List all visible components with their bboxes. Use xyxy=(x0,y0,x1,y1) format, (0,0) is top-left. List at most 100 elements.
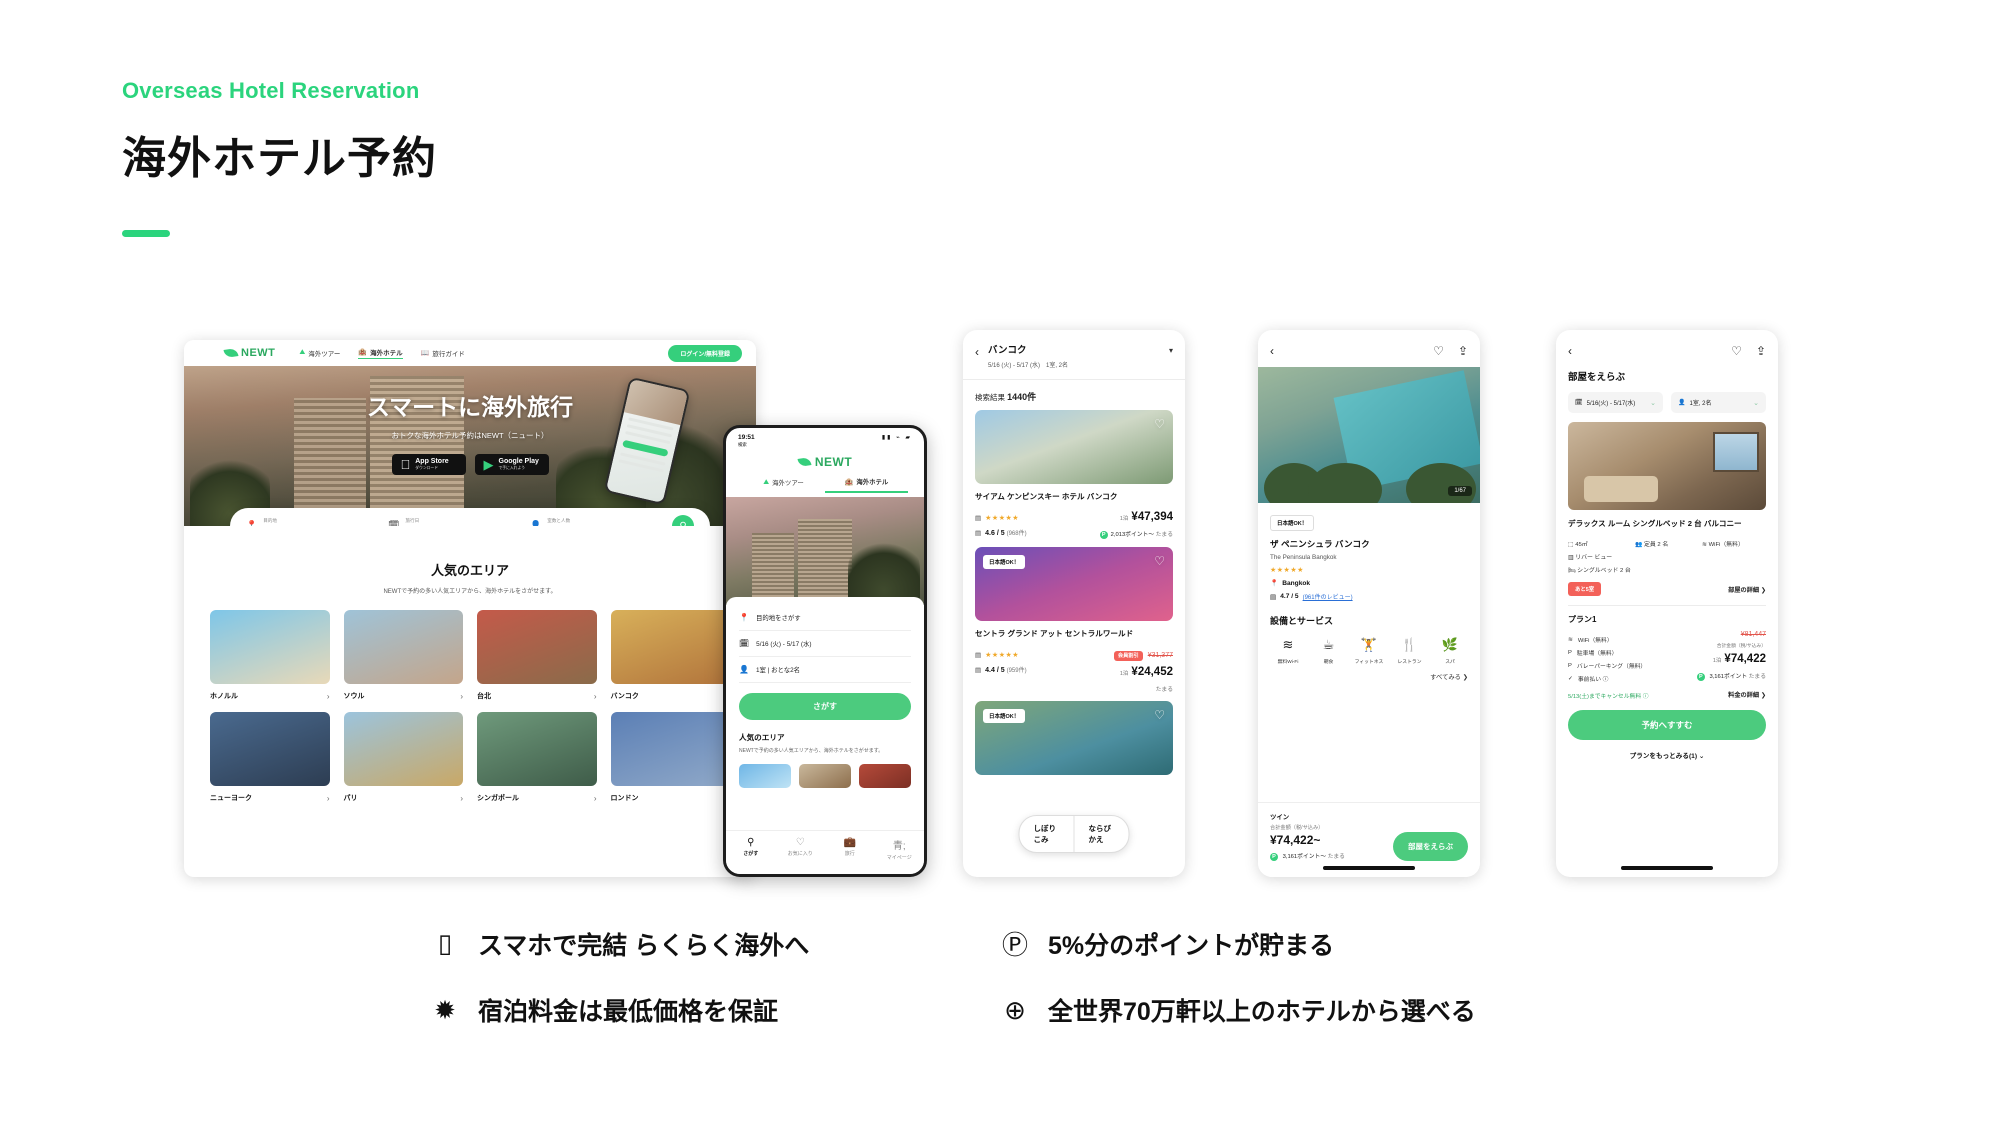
search-submit-button[interactable]: ⚲ xyxy=(672,515,694,526)
desktop-search-bar[interactable]: 📍 目的地 目的地をさがす 🗓 旅行日 5/26 (金) - 5/27 (土) xyxy=(230,508,710,526)
area-thumb[interactable] xyxy=(799,763,851,788)
chevron-left-icon[interactable]: ‹ xyxy=(1568,344,1572,358)
page-eyebrow: Overseas Hotel Reservation xyxy=(122,78,420,103)
bottom-nav-label: マイページ xyxy=(886,855,912,861)
favorite-icon[interactable]: ♡ xyxy=(1154,554,1165,568)
form-date-value: 5/16 (火) - 5/17 (水) xyxy=(756,641,812,648)
app-bottom-nav: ⚲ さがす ♡ お気に入り 💼 旅行 青; マイページ xyxy=(726,830,924,874)
hotel-name-en: The Peninsula Bangkok xyxy=(1270,554,1337,561)
area-card[interactable]: シンガポール › xyxy=(477,712,597,803)
search-date-field[interactable]: 🗓 旅行日 5/26 (金) - 5/27 (土) xyxy=(388,518,530,527)
see-all-amenities-link[interactable]: すべてみる ❯ xyxy=(1270,672,1468,681)
area-card[interactable]: ソウル › xyxy=(343,610,463,701)
chevron-left-icon[interactable]: ‹ xyxy=(1270,344,1274,358)
room-photo[interactable] xyxy=(1568,422,1766,510)
nav-item-hotel[interactable]: 🏨 海外ホテル xyxy=(358,347,403,359)
nav-item-guide[interactable]: 📖 旅行ガイド xyxy=(421,347,465,359)
area-thumb[interactable] xyxy=(739,763,791,788)
hotel-card[interactable]: 日本語OK！ ♡ セントラ グランド アット セントラルワールド ▤ ★★★★★ … xyxy=(963,547,1185,701)
area-card[interactable]: バンコク› xyxy=(610,610,730,701)
appstore-button[interactable]:  App Store ダウンロード xyxy=(391,454,466,475)
date-selector-value: 5/16(火) - 5/17(水) xyxy=(1586,401,1636,407)
feature-text: 5%分のポイントが貯まる xyxy=(1048,931,1335,960)
status-time: 19:51 xyxy=(738,434,755,441)
tab-overseas-hotel[interactable]: 🏨 海外ホテル xyxy=(825,477,908,493)
hotel-icon: 🏨 xyxy=(358,349,368,356)
filter-button[interactable]: しぼりこみ xyxy=(1020,816,1075,852)
guest-selector-value: 1室, 2名 xyxy=(1689,401,1712,407)
tour-icon: ⛰ xyxy=(299,349,306,356)
date-selector[interactable]: 🗓 5/16(火) - 5/17(水) ⌄ xyxy=(1568,392,1663,413)
hotel-points-suffix: たまる xyxy=(1155,687,1173,693)
heart-icon[interactable]: ♡ xyxy=(1731,344,1742,358)
guest-selector[interactable]: 👤 1室, 2名 ⌄ xyxy=(1671,392,1766,413)
favorite-icon[interactable]: ♡ xyxy=(1154,417,1165,431)
search-guest-field[interactable]: 👤 室数と人数 1室 | おとな 2名 xyxy=(530,518,672,527)
review-link[interactable]: (961件のレビュー) xyxy=(1303,592,1353,601)
newt-logo[interactable]: NEWT xyxy=(223,347,275,359)
proceed-booking-button[interactable]: 予約へすすむ xyxy=(1568,710,1766,740)
favorite-icon[interactable]: ♡ xyxy=(1154,708,1165,722)
bottom-nav-trips[interactable]: 💼 旅行 xyxy=(825,837,875,861)
chevron-down-icon[interactable]: ▾ xyxy=(1169,346,1173,355)
room-spec-bed: シングルベッド 2 台 xyxy=(1577,568,1631,574)
bottom-nav-search[interactable]: ⚲ さがす xyxy=(726,837,776,861)
bottom-nav-favorites[interactable]: ♡ お気に入り xyxy=(776,837,826,861)
amenity-label: レストラン xyxy=(1397,660,1422,665)
availability-badge: あと5室 xyxy=(1568,582,1602,596)
app-search-button[interactable]: さがす xyxy=(739,693,911,720)
area-card[interactable]: 台北 › xyxy=(477,610,597,701)
area-card[interactable]: ホノルル › xyxy=(210,610,330,701)
feature-list: ▯ スマホで完結 らくらく海外へ Ⓟ 5%分のポイントが貯まる ✹ 宿泊料金は最低価格を保… xyxy=(430,925,1570,1028)
area-thumbnail xyxy=(210,712,330,786)
form-guest-row[interactable]: 👤 1室 | おとな2名 xyxy=(739,657,911,683)
login-button[interactable]: ログイン/無料登録 xyxy=(668,344,742,362)
chevron-left-icon[interactable]: ‹ xyxy=(975,345,979,359)
play-icon: ▶ xyxy=(483,457,494,472)
hotel-card[interactable]: ♡ サイアム ケンピンスキー ホテル バンコク ▤ ★★★★★ ▤ 4.6 / 5 … xyxy=(963,410,1185,547)
tab-overseas-tour[interactable]: ⛰ 海外ツアー xyxy=(742,477,825,493)
room-specs: ⬚ 45㎡ 👥 定員 2 名 ≋ WiFi（無料） ▥ リバー ビュー 🛏 シン… xyxy=(1556,529,1778,574)
choose-room-button[interactable]: 部屋をえらぶ xyxy=(1393,832,1468,861)
plan-feature-label: 事前払い ⓘ xyxy=(1577,677,1609,683)
area-card[interactable]: パリ › xyxy=(343,712,463,803)
member-discount-badge: 会員割引 xyxy=(1113,651,1143,661)
heart-icon[interactable]: ♡ xyxy=(1433,344,1444,358)
appstore-label: App Store xyxy=(405,458,448,466)
area-card[interactable]: ニューヨーク › xyxy=(210,712,330,803)
check-icon: ✓ xyxy=(1568,675,1573,682)
room-detail-link[interactable]: 部屋の詳細 ❯ xyxy=(1728,585,1766,594)
hotel-name: サイアム ケンピンスキー ホテル バンコク xyxy=(975,492,1118,501)
hotel-photo[interactable]: 1/67 xyxy=(1258,367,1480,503)
fee-detail-link[interactable]: 料金の詳細 ❯ xyxy=(1716,684,1778,699)
form-destination-row[interactable]: 📍 目的地をさがす xyxy=(739,605,911,631)
status-carrier: 検索 xyxy=(738,442,747,447)
hero-building xyxy=(752,533,794,605)
sort-button[interactable]: ならびかえ xyxy=(1075,816,1129,852)
form-date-row[interactable]: 🗓 5/16 (火) - 5/17 (水) xyxy=(739,631,911,657)
amenities-list: ≋ 無料Wi-Fi ☕ 朝食 🏋 フィットネス 🍴 レストラン 🌿 スパ xyxy=(1270,637,1468,665)
restaurant-icon: 🍴 xyxy=(1401,637,1418,652)
app-logo[interactable]: NEWT xyxy=(726,455,924,469)
point-icon: P xyxy=(1099,531,1108,539)
page-title: 海外ホテル予約 xyxy=(122,134,437,183)
amenity-item: ☕ 朝食 xyxy=(1311,637,1347,665)
chevron-right-icon: › xyxy=(326,691,330,701)
chevron-down-icon: ⌄ xyxy=(1650,399,1656,407)
share-icon[interactable]: ⇪ xyxy=(1458,344,1468,358)
window-shape xyxy=(1713,432,1759,472)
chevron-right-icon: › xyxy=(460,691,463,701)
search-destination-field[interactable]: 📍 目的地 目的地をさがす xyxy=(246,518,388,527)
share-icon[interactable]: ⇪ xyxy=(1756,344,1766,358)
area-card[interactable]: ロンドン› xyxy=(610,712,730,803)
hotel-card[interactable]: 日本語OK！ ♡ xyxy=(963,701,1185,783)
review-icon: ▤ xyxy=(975,530,982,537)
bottom-nav-mypage[interactable]: 青; マイページ xyxy=(875,837,925,861)
area-thumb[interactable] xyxy=(859,763,911,788)
feature-text: スマホで完結 らくらく海外へ xyxy=(478,931,810,960)
more-plans-link[interactable]: プランをもっとみる(1) ⌄ xyxy=(1556,750,1778,760)
plan-feature-label: 駐車場（無料） xyxy=(1576,651,1618,657)
nav-item-tour[interactable]: ⛰ 海外ツアー xyxy=(299,347,340,359)
googleplay-button[interactable]: ▶ Google Play で手に入れよう xyxy=(474,454,549,475)
amenity-item: 🏋 フィットネス xyxy=(1351,637,1387,665)
